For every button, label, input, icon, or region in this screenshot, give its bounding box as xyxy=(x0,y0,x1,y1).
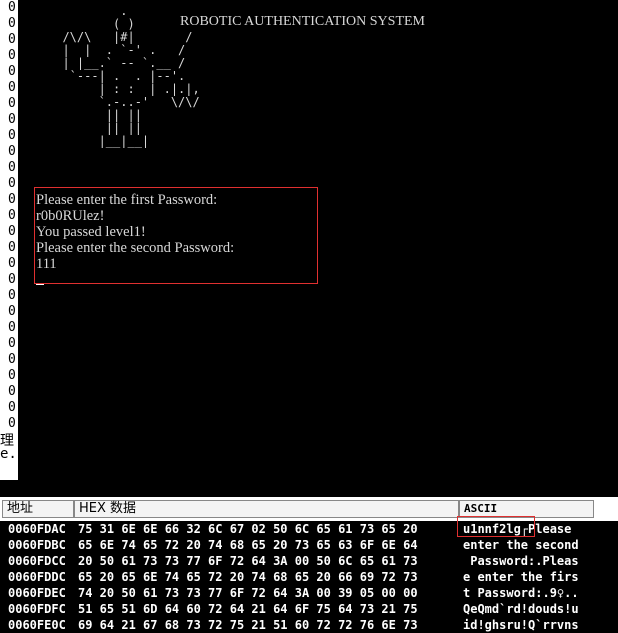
left-column-cell: 0 xyxy=(8,144,16,159)
dump-row[interactable]: 0060FDFC 51 65 51 6D 64 60 72 64 21 64 6F… xyxy=(0,601,618,617)
left-column: 000000000000000000000000000 xyxy=(0,0,18,432)
left-column-cell: 0 xyxy=(8,160,16,175)
console-bottom-edge xyxy=(0,480,618,497)
left-column-cell: 0 xyxy=(8,336,16,351)
left-column-cell: 0 xyxy=(8,96,16,111)
left-bar-text-1: 理 xyxy=(0,433,14,449)
dump-address: 0060FDBC xyxy=(8,538,66,552)
dump-ascii-text: id!ghsru!Q`rrvns xyxy=(463,618,579,632)
robot-ascii-art: . ( ) /\/\ |#| / | | . `-' . / | |__.` -… xyxy=(62,4,200,148)
left-column-cell: 0 xyxy=(8,208,16,223)
dump-address: 0060FDCC xyxy=(8,554,66,568)
dump-address: 0060FDDC xyxy=(8,570,66,584)
dump-address: 0060FDEC xyxy=(8,586,66,600)
left-column-cell: 0 xyxy=(8,0,16,15)
left-column-cell: 0 xyxy=(8,176,16,191)
left-bar: 理 e. xyxy=(0,430,18,470)
dump-ascii-text: t Password:.9♀.. xyxy=(463,586,579,600)
highlight-box-console xyxy=(34,187,318,284)
left-column-cell: 0 xyxy=(8,80,16,95)
dump-address: 0060FE0C xyxy=(8,618,66,632)
console-title: ROBOTIC AUTHENTICATION SYSTEM xyxy=(180,14,425,29)
dump-hex-bytes: 65 20 65 6E 74 65 72 20 74 68 65 20 66 6… xyxy=(78,570,418,584)
dump-row[interactable]: 0060FDCC 20 50 61 73 73 77 6F 72 64 3A 00… xyxy=(0,553,618,569)
dump-hex-bytes: 20 50 61 73 73 77 6F 72 64 3A 00 50 6C 6… xyxy=(78,554,418,568)
dump-hex-bytes: 74 20 50 61 73 73 77 6F 72 64 3A 00 39 0… xyxy=(78,586,418,600)
dump-hex-bytes: 51 65 51 6D 64 60 72 64 21 64 6F 75 64 7… xyxy=(78,602,418,616)
left-column-cell: 0 xyxy=(8,256,16,271)
dump-row[interactable]: 0060FDEC 74 20 50 61 73 73 77 6F 72 64 3A… xyxy=(0,585,618,601)
left-column-cell: 0 xyxy=(8,64,16,79)
dump-ascii-text: QeQmd`rd!douds!u xyxy=(463,602,579,616)
left-bar-text-2: e. xyxy=(0,446,17,462)
dump-ascii-text: Password:.Pleas xyxy=(463,554,579,568)
left-column-cell: 0 xyxy=(8,272,16,287)
dump-ascii-text: e enter the firs xyxy=(463,570,579,584)
left-column-cell: 0 xyxy=(8,16,16,31)
dump-address: 0060FDFC xyxy=(8,602,66,616)
left-column-cell: 0 xyxy=(8,128,16,143)
dump-ascii-text: enter the second xyxy=(463,538,579,552)
left-column-cell: 0 xyxy=(8,320,16,335)
console-window[interactable]: . ( ) /\/\ |#| / | | . `-' . / | |__.` -… xyxy=(18,0,618,480)
left-column-cell: 0 xyxy=(8,192,16,207)
dump-hex-bytes: 69 64 21 67 68 73 72 75 21 51 60 72 72 7… xyxy=(78,618,418,632)
left-column-cell: 0 xyxy=(8,224,16,239)
left-column-cell: 0 xyxy=(8,304,16,319)
left-column-cell: 0 xyxy=(8,240,16,255)
left-column-cell: 0 xyxy=(8,368,16,383)
left-column-cell: 0 xyxy=(8,288,16,303)
dump-address: 0060FDAC xyxy=(8,522,66,536)
dump-rows: 0060FDAC 75 31 6E 6E 66 32 6C 67 02 50 6C… xyxy=(0,521,618,633)
dump-hex-bytes: 75 31 6E 6E 66 32 6C 67 02 50 6C 65 61 7… xyxy=(78,522,418,536)
dump-hex-bytes: 65 6E 74 65 72 20 74 68 65 20 73 65 63 6… xyxy=(78,538,418,552)
left-column-cell: 0 xyxy=(8,48,16,63)
highlight-box-ascii xyxy=(457,516,535,537)
dump-row[interactable]: 0060FDBC 65 6E 74 65 72 20 74 68 65 20 73… xyxy=(0,537,618,553)
dump-row[interactable]: 0060FE0C 69 64 21 67 68 73 72 75 21 51 60… xyxy=(0,617,618,633)
left-column-cell: 0 xyxy=(8,384,16,399)
dump-row[interactable]: 0060FDDC 65 20 65 6E 74 65 72 20 74 68 65… xyxy=(0,569,618,585)
left-column-cell: 0 xyxy=(8,400,16,415)
left-column-cell: 0 xyxy=(8,32,16,47)
column-header-address[interactable]: 地址 xyxy=(2,500,74,518)
column-header-hex[interactable]: HEX 数据 xyxy=(74,500,459,518)
left-column-cell: 0 xyxy=(8,112,16,127)
left-column-cell: 0 xyxy=(8,352,16,367)
